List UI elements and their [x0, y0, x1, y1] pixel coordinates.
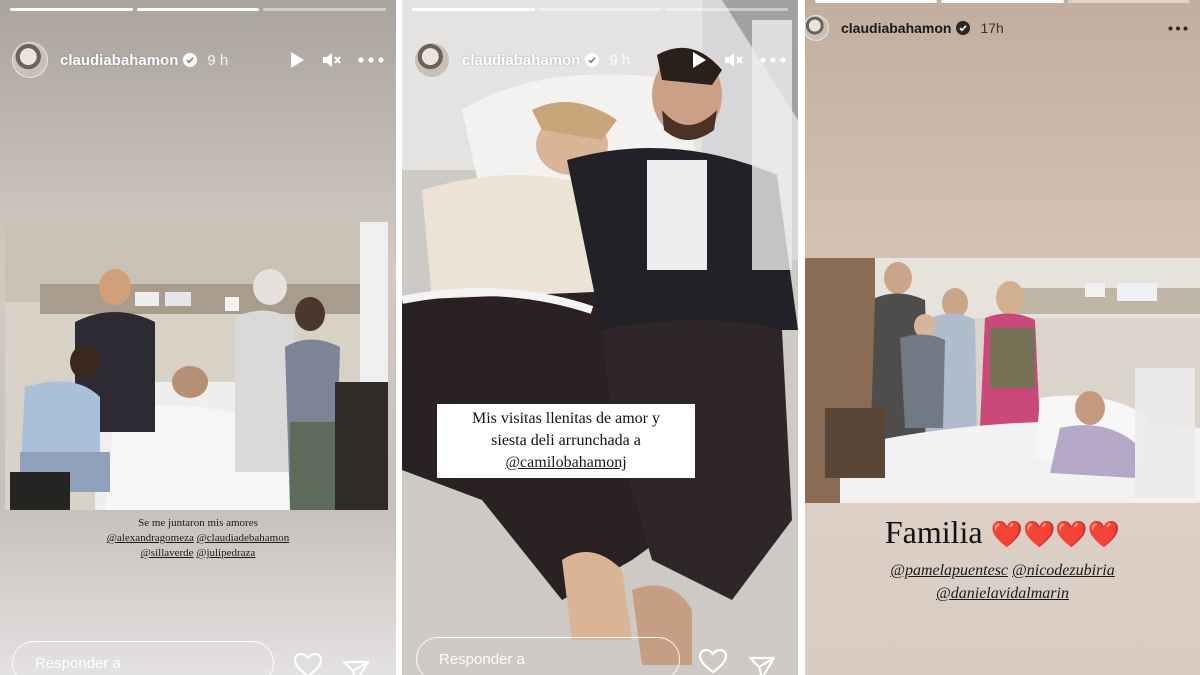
story-photo — [5, 222, 388, 510]
story-panel-1: claudiabahamon 9 h Se me juntaron mis am… — [0, 0, 396, 675]
story-photo — [402, 0, 798, 675]
story-time: 9 h — [207, 51, 229, 69]
reply-input[interactable]: Responder a — [12, 641, 274, 675]
mention-link[interactable]: @julipedraza — [196, 547, 255, 559]
mention-link[interactable]: @pamelapuentesc — [890, 562, 1008, 579]
story-panel-2: claudiabahamon 9 h Mis visitas llenitas … — [402, 0, 798, 675]
verified-icon — [956, 21, 971, 35]
mute-icon[interactable] — [322, 51, 342, 69]
progress-segment — [1067, 0, 1190, 3]
caption-title: Familia — [884, 514, 983, 550]
username[interactable]: claudiabahamon — [462, 52, 580, 69]
more-icon[interactable] — [358, 57, 384, 63]
mention-link[interactable]: @danielavidalmarin — [936, 585, 1069, 602]
heart-icon[interactable] — [698, 648, 728, 675]
story-progress-bar — [412, 8, 789, 11]
mention-link[interactable]: @alexandragomeza — [107, 532, 194, 544]
progress-segment — [665, 8, 789, 11]
story-time: 17h — [980, 20, 1004, 36]
verified-icon — [183, 53, 198, 67]
send-icon[interactable] — [342, 658, 370, 675]
play-icon[interactable] — [690, 51, 708, 69]
caption-line: Se me juntaron mis amores — [138, 517, 258, 529]
caption-line: Mis visitas llenitas de amor y — [472, 410, 660, 427]
story-caption: Se me juntaron mis amores @alexandragome… — [0, 516, 396, 561]
mention-link[interactable]: @sillaverde — [141, 547, 194, 559]
username[interactable]: claudiabahamon — [60, 52, 178, 69]
progress-segment — [10, 8, 133, 11]
more-icon[interactable] — [760, 57, 786, 63]
avatar[interactable] — [414, 42, 450, 78]
story-panel-3: claudiabahamon 17h Familia ❤️❤️❤️❤️ @pam… — [805, 0, 1200, 675]
caption-line: siesta deli arrunchada a — [491, 432, 641, 449]
story-time: 9 h — [609, 51, 631, 69]
story-header: claudiabahamon 9 h — [12, 40, 384, 80]
heart-icon[interactable] — [293, 652, 323, 675]
send-icon[interactable] — [748, 654, 776, 675]
story-header: claudiabahamon 9 h — [414, 40, 786, 80]
reply-placeholder: Responder a — [35, 654, 121, 672]
play-icon[interactable] — [288, 51, 306, 69]
mention-link[interactable]: @camilobahamonj — [505, 454, 626, 471]
verified-icon — [585, 53, 600, 67]
avatar[interactable] — [805, 15, 829, 41]
reply-input[interactable]: Responder a — [416, 637, 680, 675]
story-header: claudiabahamon 17h — [805, 8, 1188, 48]
mention-link[interactable]: @claudiadebahamon — [197, 532, 290, 544]
story-photo — [805, 258, 1200, 503]
hearts-icon: ❤️❤️❤️❤️ — [990, 520, 1121, 549]
avatar[interactable] — [12, 42, 48, 78]
more-icon[interactable] — [1168, 26, 1188, 31]
progress-segment — [412, 8, 535, 11]
username[interactable]: claudiabahamon — [841, 20, 951, 36]
progress-segment — [263, 8, 387, 11]
mute-icon[interactable] — [724, 51, 744, 69]
progress-segment — [136, 8, 260, 11]
reply-placeholder: Responder a — [439, 650, 525, 668]
story-caption: Familia ❤️❤️❤️❤️ @pamelapuentesc @nicode… — [805, 510, 1200, 605]
story-progress-bar — [10, 8, 387, 11]
mention-link[interactable]: @nicodezubiria — [1012, 562, 1115, 579]
story-caption: Mis visitas llenitas de amor y siesta de… — [437, 404, 695, 478]
progress-segment — [941, 0, 1064, 3]
progress-segment — [538, 8, 662, 11]
progress-segment — [815, 0, 938, 3]
story-progress-bar — [815, 0, 1190, 3]
